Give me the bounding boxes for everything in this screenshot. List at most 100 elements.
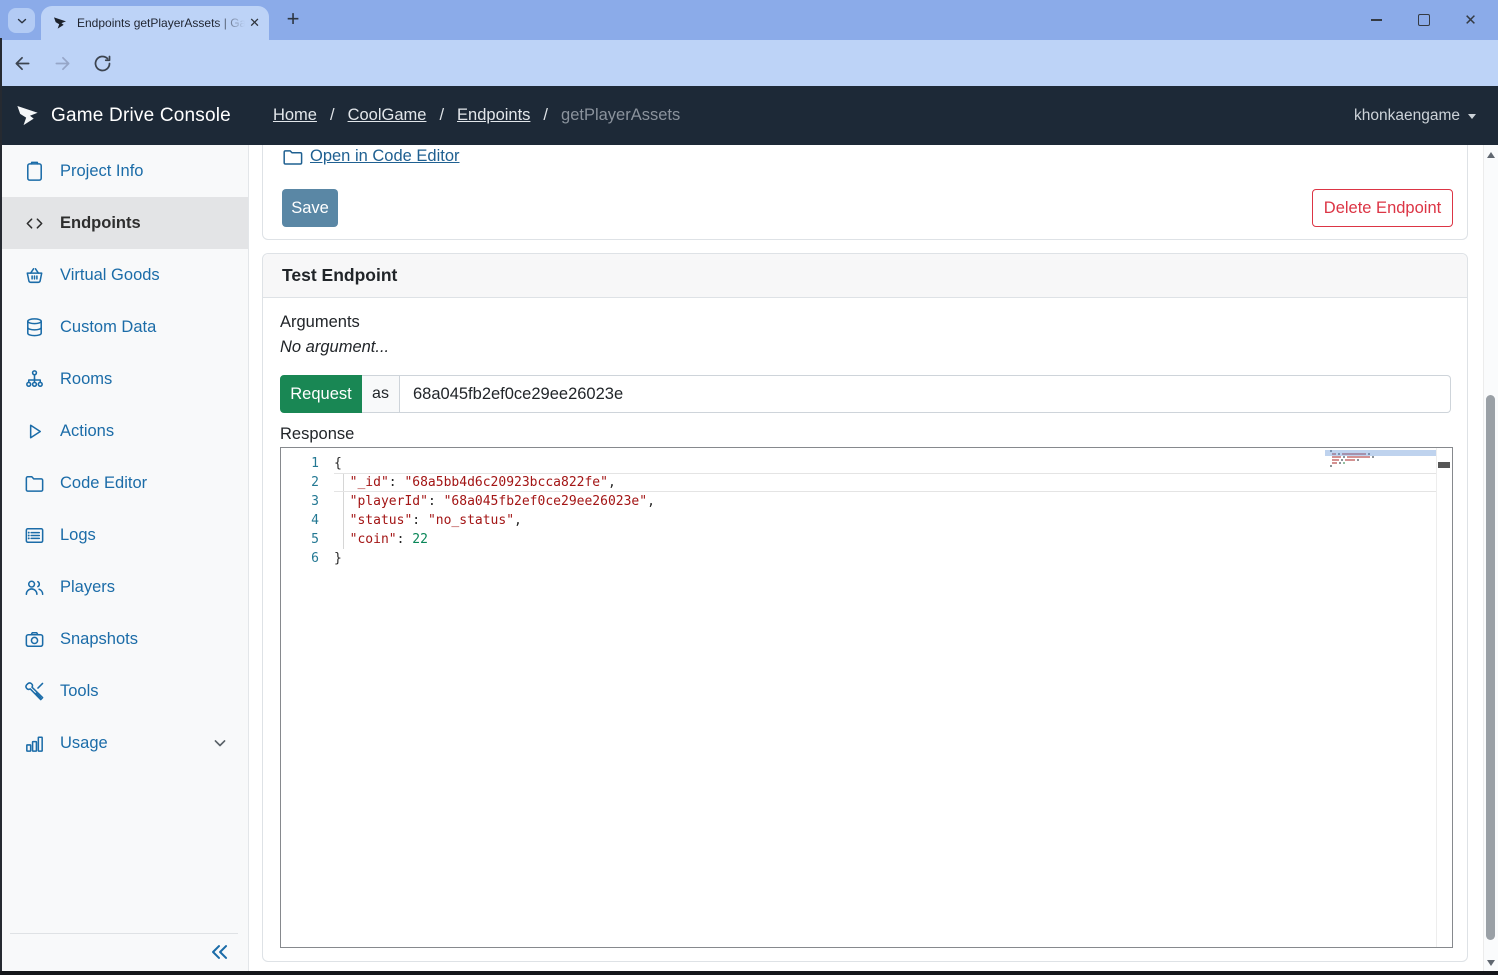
folder-icon	[282, 148, 303, 166]
app-navbar: Game Drive Console Home / CoolGame / Endpoin…	[0, 86, 1498, 145]
code-line: 6}	[281, 549, 1437, 568]
basket-icon	[22, 263, 46, 287]
tab-search-button[interactable]	[8, 8, 35, 33]
chevron-down-icon	[15, 14, 29, 28]
back-button[interactable]	[12, 53, 33, 74]
sidebar-nav: Project Info Endpoints Virtual Goods Custom…	[0, 145, 248, 769]
request-button[interactable]: Request	[280, 375, 362, 413]
sidebar-item-logs[interactable]: Logs	[0, 509, 248, 561]
sidebar-item-label: Virtual Goods	[60, 266, 160, 285]
sidebar-item-label: Actions	[60, 422, 114, 441]
line-number: 3	[281, 492, 334, 511]
tab-title: Endpoints getPlayerAssets | Gam	[77, 16, 245, 30]
endpoint-actions-card: Open in Code Editor Save Delete Endpoint	[262, 145, 1468, 240]
sidebar-item-label: Code Editor	[60, 474, 147, 493]
sidebar-item-usage[interactable]: Usage	[0, 717, 248, 769]
sidebar-item-label: Project Info	[60, 162, 143, 181]
sidebar-item-label: Rooms	[60, 370, 112, 389]
forward-button	[52, 53, 73, 74]
sidebar-item-players[interactable]: Players	[0, 561, 248, 613]
arguments-label: Arguments	[280, 313, 1451, 332]
open-in-code-editor-link[interactable]: Open in Code Editor	[282, 147, 460, 166]
window-controls: ✕	[1353, 0, 1494, 40]
no-argument-text: No argument...	[280, 338, 1451, 357]
sidebar-item-label: Players	[60, 578, 115, 597]
editor-cursor-marker	[1438, 462, 1450, 468]
sidebar-item-project-info[interactable]: Project Info	[0, 145, 248, 197]
editor-overview-ruler[interactable]	[1436, 448, 1452, 947]
sidebar-item-custom-data[interactable]: Custom Data	[0, 301, 248, 353]
folder-icon	[22, 471, 46, 495]
chevron-down-icon	[210, 733, 230, 753]
code-lines: 1{2 "_id": "68a5bb4d6c20923bcca822fe",3 …	[281, 454, 1437, 568]
page-scrollbar[interactable]	[1483, 145, 1498, 975]
sidebar-divider	[10, 933, 238, 934]
sidebar-item-endpoints[interactable]: Endpoints	[0, 197, 248, 249]
scrollbar-down-arrow[interactable]	[1487, 960, 1495, 966]
request-as-input[interactable]	[400, 375, 1451, 413]
window-left-edge	[0, 38, 2, 975]
sidebar-item-code-editor[interactable]: Code Editor	[0, 457, 248, 509]
breadcrumb-home[interactable]: Home	[273, 106, 317, 125]
clipboard-icon	[22, 159, 46, 183]
sidebar: Project Info Endpoints Virtual Goods Custom…	[0, 145, 249, 975]
players-icon	[22, 575, 46, 599]
line-number: 4	[281, 511, 334, 530]
minimap-slider[interactable]	[1325, 450, 1437, 456]
user-menu[interactable]: khonkaengame	[1354, 107, 1476, 125]
code-line: 4 "status": "no_status",	[281, 511, 1437, 530]
response-editor[interactable]: 1{2 "_id": "68a5bb4d6c20923bcca822fe",3 …	[280, 447, 1453, 948]
brand[interactable]: Game Drive Console	[14, 102, 231, 129]
save-button[interactable]: Save	[282, 189, 338, 227]
window-close-button[interactable]: ✕	[1447, 0, 1494, 40]
breadcrumb-endpoints[interactable]: Endpoints	[457, 106, 530, 125]
window-minimize-button[interactable]	[1353, 0, 1400, 40]
minimap[interactable]	[1325, 450, 1437, 482]
camera-icon	[22, 627, 46, 651]
gamedrive-logo-icon	[14, 102, 41, 129]
breadcrumb-separator: /	[439, 106, 444, 125]
request-row: Request as	[280, 375, 1451, 413]
sidebar-item-rooms[interactable]: Rooms	[0, 353, 248, 405]
browser-titlebar: Endpoints getPlayerAssets | Gam ✕ + ✕	[0, 0, 1498, 40]
code-icon	[22, 211, 46, 235]
sidebar-item-snapshots[interactable]: Snapshots	[0, 613, 248, 665]
sidebar-item-tools[interactable]: Tools	[0, 665, 248, 717]
line-number: 5	[281, 530, 334, 549]
reload-button[interactable]	[92, 53, 113, 74]
browser-toolbar: console.gamedrive.cc/projects/68a045fbde…	[0, 40, 1498, 86]
browser-tab[interactable]: Endpoints getPlayerAssets | Gam ✕	[41, 6, 269, 40]
breadcrumb-separator: /	[543, 106, 548, 125]
response-label: Response	[280, 425, 1451, 444]
code-line: 2 "_id": "68a5bb4d6c20923bcca822fe",	[281, 473, 1437, 492]
page-scrollbar-thumb[interactable]	[1486, 395, 1495, 940]
sidebar-item-virtual-goods[interactable]: Virtual Goods	[0, 249, 248, 301]
breadcrumb-separator: /	[330, 106, 335, 125]
breadcrumb: Home/CoolGame/Endpoints/getPlayerAssets	[273, 106, 680, 125]
line-number: 6	[281, 549, 334, 568]
as-label: as	[362, 375, 400, 413]
user-name: khonkaengame	[1354, 107, 1460, 125]
window-maximize-button[interactable]	[1400, 0, 1447, 40]
code-line: 3 "playerId": "68a045fb2ef0ce29ee26023e"…	[281, 492, 1437, 511]
sitemap-icon	[22, 367, 46, 391]
caret-down-icon	[1468, 114, 1476, 119]
code-line: 1{	[281, 454, 1437, 473]
sidebar-item-label: Usage	[60, 734, 108, 753]
breadcrumb-coolgame[interactable]: CoolGame	[348, 106, 427, 125]
test-endpoint-card: Test Endpoint Arguments No argument... R…	[262, 253, 1468, 962]
line-number: 1	[281, 454, 334, 473]
open-in-code-editor-label: Open in Code Editor	[310, 147, 460, 166]
database-icon	[22, 315, 46, 339]
play-icon	[22, 419, 46, 443]
sidebar-item-label: Logs	[60, 526, 96, 545]
tab-close-icon[interactable]: ✕	[249, 15, 260, 31]
new-tab-button[interactable]: +	[280, 4, 306, 34]
brand-label: Game Drive Console	[51, 105, 231, 127]
sidebar-item-actions[interactable]: Actions	[0, 405, 248, 457]
delete-endpoint-button[interactable]: Delete Endpoint	[1312, 189, 1453, 227]
scrollbar-up-arrow[interactable]	[1487, 152, 1495, 158]
site-favicon-icon	[52, 15, 68, 31]
window-bottom-edge	[0, 971, 1498, 975]
sidebar-collapse-icon[interactable]	[206, 939, 232, 965]
